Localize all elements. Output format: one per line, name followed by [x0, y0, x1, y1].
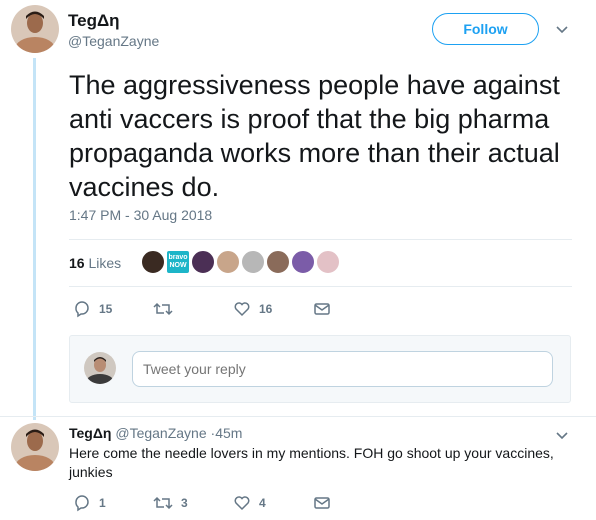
tweet-actions: 15 16 [73, 300, 331, 318]
reply-count: 15 [99, 302, 113, 316]
reply-input[interactable] [132, 351, 553, 387]
liker-badge-text: bravo NOW [168, 254, 188, 269]
like-action[interactable]: 16 [233, 300, 313, 318]
heart-icon [233, 300, 251, 318]
likes-summary[interactable]: 16 Likes [69, 255, 121, 271]
reply-author-handle[interactable]: @TeganZayne [115, 425, 206, 441]
reply-icon [73, 494, 91, 512]
message-icon [313, 494, 331, 512]
liker-avatar[interactable] [291, 250, 315, 274]
reply-time[interactable]: 45m [215, 425, 242, 441]
liker-avatar[interactable] [241, 250, 265, 274]
likes-count: 16 [69, 255, 85, 271]
liker-avatar[interactable] [266, 250, 290, 274]
reply-icon [73, 300, 91, 318]
retweet-count: 3 [181, 496, 188, 510]
heart-icon [233, 494, 251, 512]
tweet-text: The aggressiveness people have against a… [69, 70, 560, 202]
author-avatar[interactable] [11, 5, 59, 53]
message-icon [313, 300, 331, 318]
liker-avatar[interactable] [216, 250, 240, 274]
liker-avatar[interactable]: bravo NOW [166, 250, 190, 274]
like-count: 16 [259, 302, 273, 316]
chevron-down-icon[interactable] [555, 428, 569, 442]
reply-header: TegΔη @TeganZayne ·45m [69, 425, 242, 441]
like-count: 4 [259, 496, 266, 510]
likes-label: Likes [88, 255, 122, 271]
reply-author-avatar[interactable] [11, 423, 59, 471]
liker-avatar[interactable] [141, 250, 165, 274]
retweet-icon [153, 494, 173, 512]
reply-action[interactable]: 1 [73, 494, 153, 512]
message-action[interactable] [313, 300, 331, 318]
reply-action[interactable]: 15 [73, 300, 153, 318]
current-user-avatar[interactable] [84, 352, 116, 384]
follow-button[interactable]: Follow [432, 13, 539, 45]
retweet-action[interactable]: 3 [153, 494, 233, 512]
author-name[interactable]: TegΔη [68, 11, 120, 31]
retweet-icon [153, 300, 173, 318]
liker-avatar[interactable] [191, 250, 215, 274]
reply-author-name[interactable]: TegΔη [69, 425, 111, 441]
likers-list: bravo NOW [141, 250, 341, 274]
reply-actions: 1 3 4 [73, 494, 331, 512]
divider [0, 416, 596, 417]
chevron-down-icon[interactable] [555, 22, 569, 36]
reply-count: 1 [99, 496, 106, 510]
like-action[interactable]: 4 [233, 494, 313, 512]
thread-line [33, 58, 36, 420]
divider [69, 286, 572, 287]
divider [69, 239, 572, 240]
retweet-action[interactable] [153, 300, 233, 318]
liker-avatar[interactable] [316, 250, 340, 274]
author-handle[interactable]: @TeganZayne [68, 33, 159, 49]
message-action[interactable] [313, 494, 331, 512]
reply-text: Here come the needle lovers in my mentio… [69, 445, 554, 480]
tweet-timestamp[interactable]: 1:47 PM - 30 Aug 2018 [69, 207, 212, 223]
